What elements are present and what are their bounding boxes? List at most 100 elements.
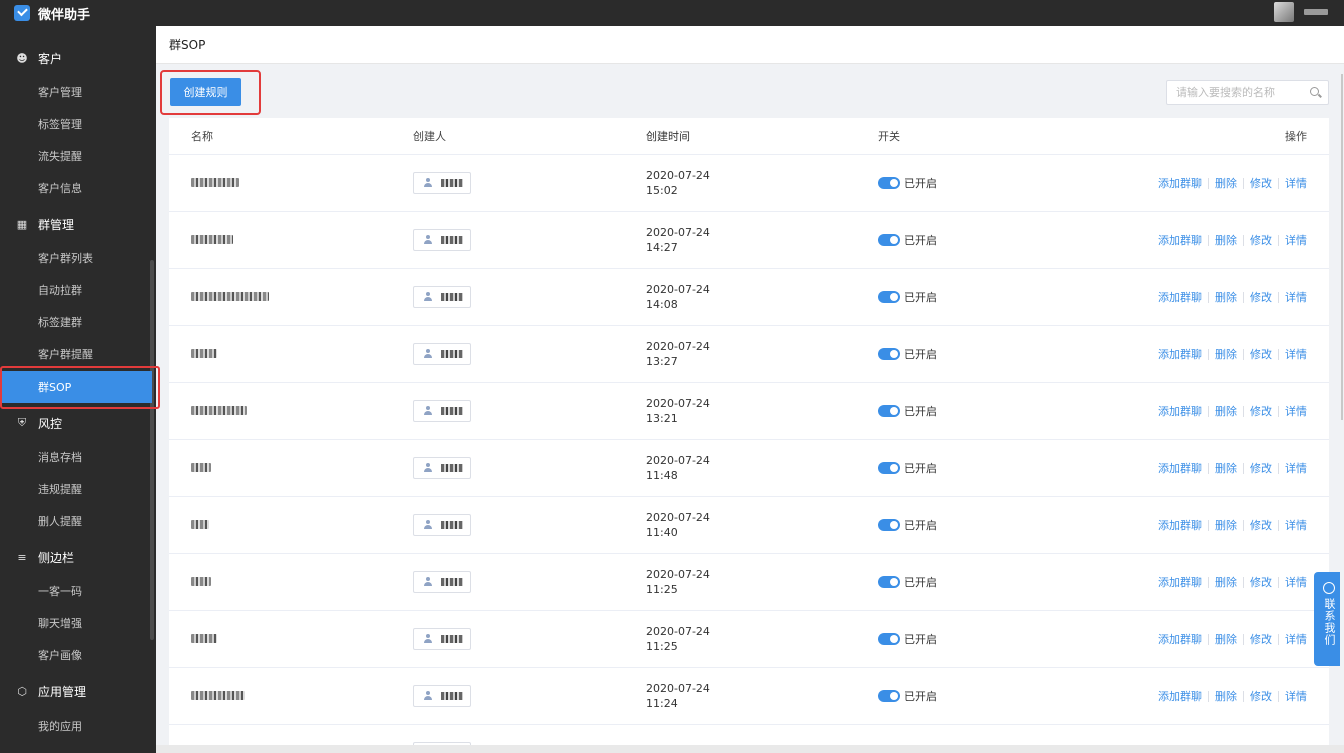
edit-link[interactable]: 修改 [1250,517,1272,533]
edit-link[interactable]: 修改 [1250,688,1272,704]
content-scrollbar[interactable] [1340,64,1344,753]
add-group-link[interactable]: 添加群聊 [1158,574,1202,590]
add-group-link[interactable]: 添加群聊 [1158,232,1202,248]
sidebar-section-group[interactable]: ▦ 群管理 [0,208,156,240]
toggle-switch[interactable] [878,234,900,246]
edit-link[interactable]: 修改 [1250,175,1272,191]
row-creator [413,514,471,536]
toggle-switch[interactable] [878,633,900,645]
delete-link[interactable]: 删除 [1215,232,1237,248]
edit-link[interactable]: 修改 [1250,289,1272,305]
search-box[interactable] [1166,80,1329,105]
delete-link[interactable]: 删除 [1215,289,1237,305]
row-creator [413,286,471,308]
detail-link[interactable]: 详情 [1285,517,1307,533]
user-name-blurred[interactable] [1304,9,1328,15]
delete-link[interactable]: 删除 [1215,517,1237,533]
row-switch[interactable]: 已开启 [878,574,937,590]
sidebar-item-delete-alert[interactable]: 删人提醒 [0,505,156,537]
delete-link[interactable]: 删除 [1215,574,1237,590]
row-switch[interactable]: 已开启 [878,403,937,419]
row-switch[interactable]: 已开启 [878,175,937,191]
toggle-switch[interactable] [878,462,900,474]
add-group-link[interactable]: 添加群聊 [1158,631,1202,647]
edit-link[interactable]: 修改 [1250,232,1272,248]
toggle-switch[interactable] [878,348,900,360]
edit-link[interactable]: 修改 [1250,403,1272,419]
add-group-link[interactable]: 添加群聊 [1158,403,1202,419]
delete-link[interactable]: 删除 [1215,346,1237,362]
sidebar-section-risk[interactable]: ⛨ 风控 [0,407,156,439]
row-name [191,576,211,589]
detail-link[interactable]: 详情 [1285,346,1307,362]
add-group-link[interactable]: 添加群聊 [1158,460,1202,476]
row-switch[interactable]: 已开启 [878,460,937,476]
table-row: 2020-07-24 11:48 已开启 添加群聊 删除 修改 详情 [169,440,1329,497]
sidebar-item-one-code[interactable]: 一客一码 [0,575,156,607]
row-switch[interactable]: 已开启 [878,631,937,647]
row-switch[interactable]: 已开启 [878,232,937,248]
sidebar-item-tag-group[interactable]: 标签建群 [0,306,156,338]
shield-icon: ⛨ [17,416,27,429]
sidebar-item-message-archive[interactable]: 消息存档 [0,441,156,473]
row-name [191,291,269,304]
add-group-link[interactable]: 添加群聊 [1158,688,1202,704]
sidebar-item-group-list[interactable]: 客户群列表 [0,242,156,274]
row-switch[interactable]: 已开启 [878,688,937,704]
delete-link[interactable]: 删除 [1215,403,1237,419]
delete-link[interactable]: 删除 [1215,175,1237,191]
toggle-switch[interactable] [878,177,900,189]
sidebar-item-chat-enhance[interactable]: 聊天增强 [0,607,156,639]
toggle-switch[interactable] [878,690,900,702]
edit-link[interactable]: 修改 [1250,460,1272,476]
row-switch[interactable]: 已开启 [878,289,937,305]
row-switch[interactable]: 已开启 [878,346,937,362]
add-group-link[interactable]: 添加群聊 [1158,517,1202,533]
sidebar-item-my-apps[interactable]: 我的应用 [0,710,156,742]
toggle-switch[interactable] [878,519,900,531]
contact-label: 联系我们 [1323,598,1336,646]
delete-link[interactable]: 删除 [1215,460,1237,476]
toggle-switch[interactable] [878,291,900,303]
sidebar-section-apps[interactable]: ⬡ 应用管理 [0,675,156,707]
horizontal-scrollbar[interactable] [156,745,1344,753]
table-header: 名称 创建人 创建时间 开关 操作 [169,118,1329,155]
sidebar-item-customer-portrait[interactable]: 客户画像 [0,639,156,671]
row-switch[interactable]: 已开启 [878,517,937,533]
add-group-link[interactable]: 添加群聊 [1158,289,1202,305]
sidebar-item-auto-group[interactable]: 自动拉群 [0,274,156,306]
search-icon[interactable] [1310,87,1319,96]
sidebar-item-churn-alert[interactable]: 流失提醒 [0,140,156,172]
delete-link[interactable]: 删除 [1215,688,1237,704]
detail-link[interactable]: 详情 [1285,574,1307,590]
edit-link[interactable]: 修改 [1250,574,1272,590]
detail-link[interactable]: 详情 [1285,289,1307,305]
toggle-switch[interactable] [878,576,900,588]
person-icon [423,634,433,644]
add-group-link[interactable]: 添加群聊 [1158,175,1202,191]
sidebar-item-violation-alert[interactable]: 违规提醒 [0,473,156,505]
sidebar-section-customer[interactable]: ☻ 客户 [0,42,156,74]
sidebar-item-customer-info[interactable]: 客户信息 [0,172,156,204]
detail-link[interactable]: 详情 [1285,688,1307,704]
detail-link[interactable]: 详情 [1285,631,1307,647]
edit-link[interactable]: 修改 [1250,631,1272,647]
toggle-switch[interactable] [878,405,900,417]
edit-link[interactable]: 修改 [1250,346,1272,362]
detail-link[interactable]: 详情 [1285,460,1307,476]
sidebar-section-sidebar[interactable]: ≡ 侧边栏 [0,541,156,573]
detail-link[interactable]: 详情 [1285,403,1307,419]
sidebar-item-customer-manage[interactable]: 客户管理 [0,76,156,108]
add-group-link[interactable]: 添加群聊 [1158,346,1202,362]
detail-link[interactable]: 详情 [1285,175,1307,191]
detail-link[interactable]: 详情 [1285,232,1307,248]
sidebar-item-tag-manage[interactable]: 标签管理 [0,108,156,140]
user-area[interactable] [1274,2,1328,22]
row-created-time: 2020-07-24 13:21 [646,397,710,425]
row-created-time: 2020-07-24 11:25 [646,568,710,596]
avatar[interactable] [1274,2,1294,22]
row-ops: 添加群聊删除修改详情 [1158,175,1307,191]
search-input[interactable] [1176,86,1302,99]
delete-link[interactable]: 删除 [1215,631,1237,647]
th-time: 创建时间 [646,129,690,143]
